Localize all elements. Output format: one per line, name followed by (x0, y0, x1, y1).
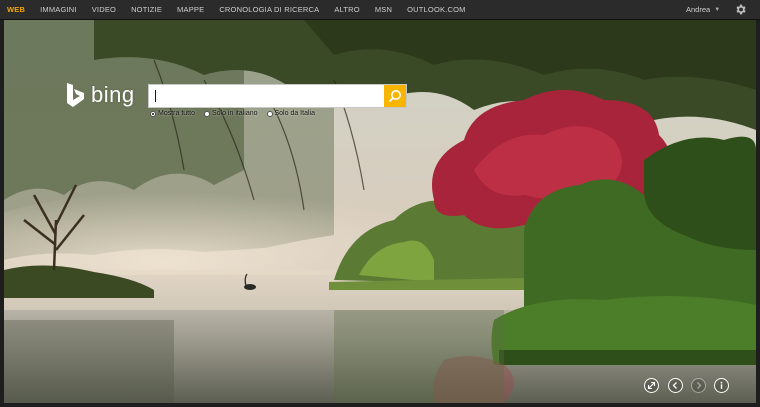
search-box (148, 84, 407, 108)
radio-button[interactable] (203, 110, 210, 117)
nav-menu: WEB IMMAGINI VIDEO NOTIZIE MAPPE CRONOLO… (0, 0, 481, 19)
bing-b-icon (65, 82, 85, 108)
search-scope-options: Mostra tutto Solo in italiano Solo da It… (150, 110, 324, 117)
fullscreen-icon (647, 381, 656, 390)
nav-item-immagini[interactable]: IMMAGINI (40, 5, 77, 14)
nav-item-web[interactable]: WEB (7, 5, 25, 14)
scope-option-all[interactable]: Mostra tutto (150, 110, 195, 117)
nav-item-notizie[interactable]: NOTIZIE (131, 5, 162, 14)
nav-item-outlook[interactable]: OUTLOOK.COM (407, 5, 465, 14)
bing-logo[interactable]: bing (65, 82, 135, 108)
radio-button[interactable] (150, 110, 156, 117)
nav-item-msn[interactable]: MSN (375, 5, 392, 14)
bing-logo-text: bing (91, 82, 135, 107)
text-caret (155, 90, 156, 102)
top-navigation-bar: WEB IMMAGINI VIDEO NOTIZIE MAPPE CRONOLO… (0, 0, 760, 20)
previous-image-button[interactable] (668, 378, 683, 393)
fullscreen-button[interactable] (644, 378, 659, 393)
next-image-button[interactable] (691, 378, 706, 393)
scope-label: Solo in italiano (211, 110, 258, 117)
next-image-icon (697, 382, 702, 389)
scope-label: Mostra tutto (158, 110, 195, 117)
gear-icon[interactable] (734, 3, 747, 16)
background-image (4, 20, 756, 403)
nav-item-mappe[interactable]: MAPPE (177, 5, 204, 14)
user-name: Andrea (686, 5, 711, 14)
nav-item-video[interactable]: VIDEO (92, 5, 116, 14)
scope-option-italian[interactable]: Solo in italiano (203, 110, 258, 117)
previous-image-icon (672, 382, 677, 389)
search-input[interactable] (149, 85, 383, 107)
user-menu[interactable]: Andrea ▼ (686, 5, 720, 14)
nav-item-cronologia[interactable]: CRONOLOGIA DI RICERCA (219, 5, 319, 14)
nav-item-altro[interactable]: ALTRO (334, 5, 359, 14)
chevron-down-icon: ▼ (714, 6, 721, 13)
info-icon (720, 381, 723, 389)
scope-option-italy[interactable]: Solo da Italia (266, 110, 315, 117)
info-button[interactable] (714, 378, 729, 393)
search-button[interactable] (384, 85, 406, 107)
search-icon (388, 90, 401, 103)
scope-label: Solo da Italia (274, 110, 315, 117)
radio-button[interactable] (266, 110, 273, 117)
